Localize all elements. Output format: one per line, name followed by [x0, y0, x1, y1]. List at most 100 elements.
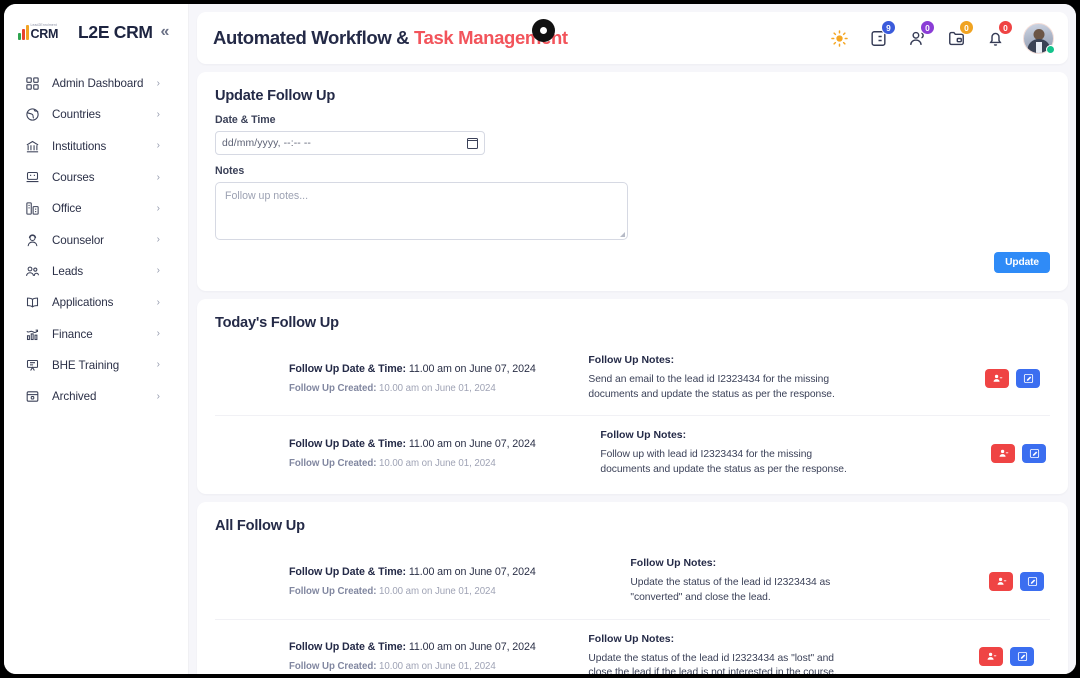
followup-datetime-value: 11.00 am on June 07, 2024 — [405, 641, 536, 654]
sidebar-item-leads[interactable]: Leads › — [6, 256, 186, 287]
sidebar-item-applications[interactable]: Applications › — [6, 287, 186, 318]
sidebar-item-finance[interactable]: Finance › — [6, 318, 186, 349]
update-button[interactable]: Update — [994, 252, 1050, 273]
table-row[interactable]: Follow Up Date & Time: 11.00 am on June … — [215, 620, 1050, 674]
followup-datetime-value: 11.00 am on June 07, 2024 — [405, 362, 536, 375]
followup-created: Follow Up Created: 10.00 am on June 01, … — [289, 383, 582, 394]
sun-icon[interactable] — [828, 27, 850, 49]
chevron-right-icon: › — [156, 140, 160, 152]
folder-icon[interactable]: 0 — [945, 20, 974, 49]
followup-created-label: Follow Up Created: — [289, 586, 377, 598]
sidebar-item-admin-dashboard[interactable]: Admin Dashboard › — [6, 68, 186, 99]
app-frame: Lead2Enrolment CRM L2E CRM « Admin Dashb… — [4, 4, 1076, 674]
archive-icon — [24, 388, 41, 405]
top-bar: Automated Workflow & Task Management 9 0… — [197, 12, 1068, 64]
chevron-right-icon: › — [156, 77, 160, 89]
page-title-accent: Task Management — [413, 27, 568, 48]
users-badge: 0 — [920, 20, 935, 35]
online-status-dot — [1046, 44, 1055, 54]
followup-created-label: Follow Up Created: — [289, 457, 377, 469]
sidebar-item-label: Archived — [52, 390, 97, 404]
sidebar-item-label: BHE Training — [52, 358, 120, 372]
followup-created-label: Follow Up Created: — [289, 661, 377, 673]
user-remove-icon[interactable] — [979, 647, 1003, 667]
chevron-right-icon: › — [156, 359, 160, 371]
row-notes: Follow Up Notes: Update the status of th… — [582, 557, 989, 605]
todays-card-title: Today's Follow Up — [215, 315, 339, 331]
user-headset-icon — [24, 232, 41, 249]
row-actions — [991, 443, 1050, 463]
sidebar-item-office[interactable]: Office › — [6, 193, 186, 224]
followup-created-label: Follow Up Created: — [289, 382, 377, 394]
l2e-crm-logo-icon: Lead2Enrolment CRM — [18, 21, 70, 43]
sidebar-item-countries[interactable]: Countries › — [6, 99, 186, 130]
followup-datetime: Follow Up Date & Time: 11.00 am on June … — [289, 566, 582, 578]
sidebar-item-bhe-training[interactable]: BHE Training › — [6, 350, 186, 381]
bank-icon — [24, 138, 41, 155]
edit-square-icon[interactable] — [1016, 368, 1040, 388]
date-time-input[interactable]: dd/mm/yyyy, --:-- -- — [215, 131, 485, 155]
chevron-right-icon: › — [156, 171, 160, 183]
row-dates: Follow Up Date & Time: 11.00 am on June … — [215, 438, 582, 469]
row-notes: Follow Up Notes: Follow up with lead id … — [582, 429, 991, 477]
sidebar: Lead2Enrolment CRM L2E CRM « Admin Dashb… — [4, 4, 189, 674]
notifications-badge: 0 — [998, 20, 1013, 35]
presentation-icon — [24, 357, 41, 374]
row-notes: Follow Up Notes: Update the status of th… — [582, 633, 979, 674]
edit-square-icon[interactable] — [1022, 443, 1046, 463]
notes-textarea[interactable]: Follow up notes... — [215, 182, 628, 240]
logo-text: CRM — [30, 26, 59, 41]
sidebar-item-courses[interactable]: Courses › — [6, 162, 186, 193]
chevron-right-icon: › — [156, 328, 160, 340]
row-actions — [979, 647, 1050, 667]
all-card-title: All Follow Up — [215, 518, 305, 535]
row-dates: Follow Up Date & Time: 11.00 am on June … — [215, 641, 582, 672]
followup-notes-body: Update the status of the lead id I232343… — [630, 577, 831, 604]
table-row[interactable]: Follow Up Date & Time: 11.00 am on June … — [215, 416, 1050, 490]
followup-created: Follow Up Created: 10.00 am on June 01, … — [289, 661, 582, 672]
task-badge: 9 — [881, 20, 896, 35]
sidebar-item-label: Countries — [52, 108, 101, 122]
bell-icon[interactable]: 0 — [984, 20, 1013, 49]
sidebar-collapse-icon[interactable]: « — [156, 23, 174, 41]
table-row[interactable]: Follow Up Date & Time: 11.00 am on June … — [215, 341, 1050, 417]
followup-created: Follow Up Created: 10.00 am on June 01, … — [289, 458, 582, 469]
brand-title: L2E CRM — [78, 21, 153, 42]
sidebar-item-label: Counselor — [52, 233, 104, 247]
date-time-placeholder: dd/mm/yyyy, --:-- -- — [222, 137, 311, 149]
followup-notes-body: Update the status of the lead id I232343… — [588, 652, 837, 674]
followup-notes-body: Send an email to the lead id I2323434 fo… — [588, 374, 835, 400]
people-icon — [24, 263, 41, 280]
notes-label: Notes — [215, 165, 245, 177]
globe-icon — [24, 106, 41, 123]
chart-growth-icon — [24, 326, 41, 343]
task-card-icon[interactable]: 9 — [867, 20, 896, 49]
sidebar-nav: Admin Dashboard › Countries › Institutio… — [4, 68, 188, 412]
sidebar-item-institutions[interactable]: Institutions › — [6, 131, 186, 162]
page-title-primary: Automated Workflow & — [213, 27, 414, 48]
followup-notes-title: Follow Up Notes: — [600, 429, 687, 442]
users-icon[interactable]: 0 — [906, 20, 935, 49]
chevron-right-icon: › — [156, 296, 160, 308]
sidebar-item-label: Office — [52, 202, 82, 216]
followup-datetime: Follow Up Date & Time: 11.00 am on June … — [289, 438, 582, 450]
user-remove-icon[interactable] — [991, 443, 1015, 463]
book-icon — [24, 294, 41, 311]
content-scroll-area[interactable]: Update Follow Up Date & Time dd/mm/yyyy,… — [189, 72, 1076, 674]
user-remove-icon[interactable] — [989, 572, 1013, 592]
edit-square-icon[interactable] — [1020, 572, 1044, 592]
followup-datetime: Follow Up Date & Time: 11.00 am on June … — [289, 641, 582, 653]
followup-datetime-value: 11.00 am on June 07, 2024 — [405, 437, 536, 450]
avatar[interactable] — [1023, 22, 1055, 54]
table-row[interactable]: Follow Up Date & Time: 11.00 am on June … — [215, 544, 1050, 620]
update-button-row: Update — [215, 252, 1050, 273]
user-remove-icon[interactable] — [985, 368, 1009, 388]
chevron-right-icon: › — [156, 202, 160, 214]
followup-notes-body: Follow up with lead id I2323434 for the … — [600, 449, 847, 475]
calendar-icon[interactable] — [466, 137, 479, 149]
sidebar-item-counselor[interactable]: Counselor › — [6, 224, 186, 255]
followup-created-value: 10.00 am on June 01, 2024 — [376, 586, 496, 598]
row-dates: Follow Up Date & Time: 11.00 am on June … — [215, 566, 582, 597]
edit-square-icon[interactable] — [1010, 647, 1034, 667]
sidebar-item-archived[interactable]: Archived › — [6, 381, 186, 412]
